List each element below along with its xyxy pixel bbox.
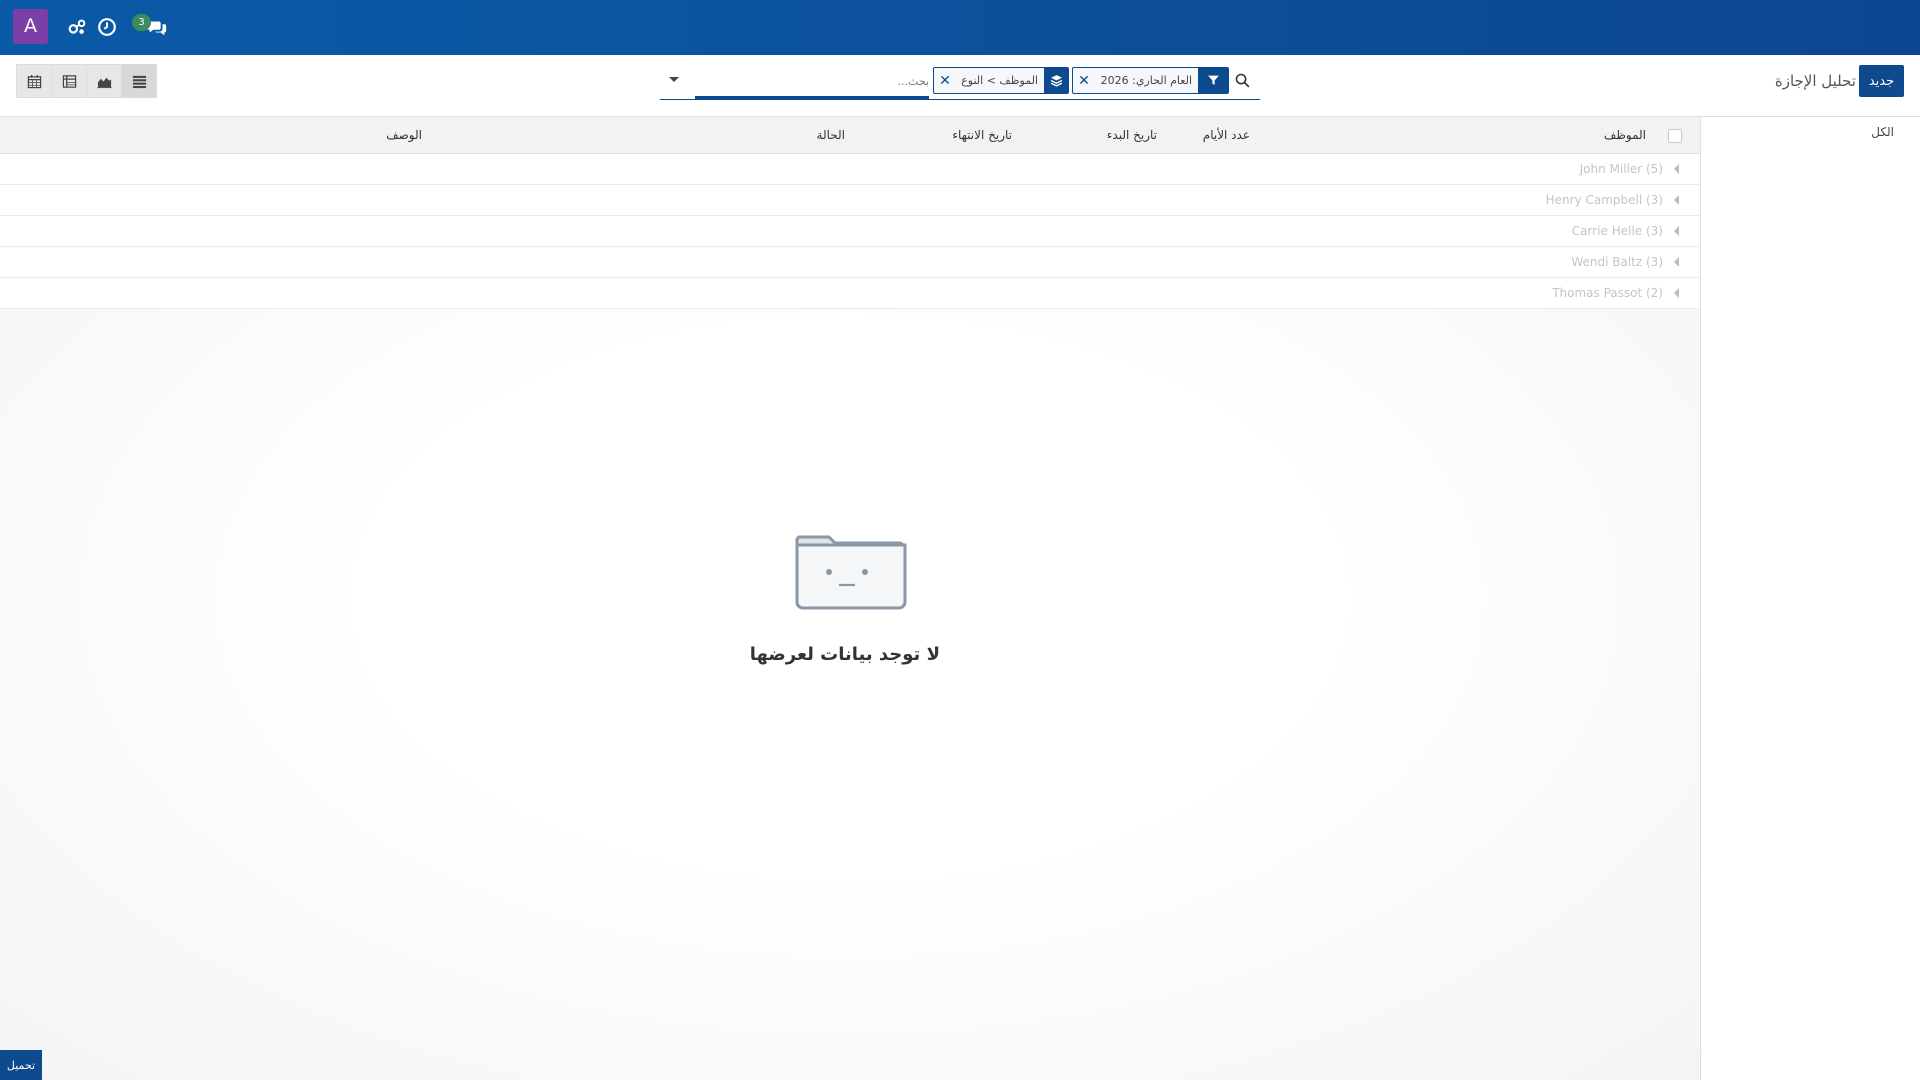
caret-left-icon (1674, 195, 1679, 205)
search-panel: الكل (1700, 117, 1920, 1080)
group-row-label: John Miller (5) (1579, 162, 1663, 176)
group-row-label: Carrie Helle (3) (1571, 224, 1663, 238)
group-row[interactable]: Carrie Helle (3) (0, 216, 1700, 247)
search-input-underline (695, 96, 929, 99)
group-row[interactable]: Thomas Passot (2) (0, 278, 1700, 309)
caret-left-icon (1674, 226, 1679, 236)
column-header-days[interactable]: عدد الأيام (1203, 128, 1250, 142)
search-options-toggle-icon[interactable] (666, 71, 682, 87)
caret-left-icon (1674, 257, 1679, 267)
column-header-status[interactable]: الحالة (817, 128, 845, 142)
column-header-start-date[interactable]: تاريخ البدء (1107, 128, 1157, 142)
column-header-employee[interactable]: الموظف (1604, 128, 1646, 142)
group-by-facet[interactable]: ✕ الموظف > النوع (933, 67, 1069, 94)
caret-left-icon (1674, 288, 1679, 298)
group-facet-label: الموظف > النوع (961, 74, 1038, 87)
area-chart-icon (96, 77, 112, 88)
remove-filter-icon[interactable]: ✕ (1073, 73, 1095, 89)
list-view: الموظف عدد الأيام تاريخ البدء تاريخ الان… (0, 117, 1700, 1080)
graph-view-button[interactable] (86, 64, 122, 98)
empty-state-message: لا توجد بيانات لعرضها (749, 644, 940, 665)
filter-icon (1198, 68, 1228, 93)
group-row-label: Thomas Passot (2) (1552, 286, 1663, 300)
control-panel: جديد تحليل الإجازة ✕ العام الحاري: 2026 … (0, 55, 1920, 117)
column-header-end-date[interactable]: تاريخ الانتهاء (952, 128, 1012, 142)
pivot-table-icon (62, 74, 76, 88)
select-all-checkbox[interactable] (1668, 129, 1682, 143)
activity-icon[interactable] (66, 16, 88, 38)
calendar-view-button[interactable] (16, 64, 52, 98)
calendar-icon (27, 74, 41, 88)
view-switcher (16, 64, 157, 98)
filter-facet-label: العام الحاري: 2026 (1100, 74, 1192, 87)
load-button[interactable]: تحميل (0, 1050, 42, 1080)
column-header-description[interactable]: الوصف (386, 128, 422, 142)
empty-folder-icon (793, 527, 908, 612)
group-row[interactable]: John Miller (5) (0, 154, 1700, 185)
group-row-label: Wendi Baltz (3) (1571, 255, 1663, 269)
layers-icon (1044, 68, 1068, 93)
pivot-view-button[interactable] (51, 64, 87, 98)
search-input[interactable] (695, 70, 929, 92)
new-button[interactable]: جديد (1859, 65, 1904, 97)
top-navbar: A 3 (0, 0, 1920, 55)
list-view-button[interactable] (121, 64, 157, 98)
search-bar: ✕ العام الحاري: 2026 ✕ الموظف > النوع (660, 65, 1260, 100)
group-row[interactable]: Henry Campbell (3) (0, 185, 1700, 216)
list-header: الموظف عدد الأيام تاريخ البدء تاريخ الان… (0, 117, 1700, 154)
remove-group-icon[interactable]: ✕ (934, 73, 956, 89)
filter-facet[interactable]: ✕ العام الحاري: 2026 (1072, 67, 1229, 94)
search-panel-item-all[interactable]: الكل (1871, 125, 1894, 139)
group-row-label: Henry Campbell (3) (1545, 193, 1663, 207)
search-icon[interactable] (1234, 72, 1251, 89)
user-avatar[interactable]: A (13, 9, 48, 44)
clock-icon[interactable] (96, 16, 118, 38)
messages-count-badge: 3 (132, 14, 151, 31)
list-icon (132, 75, 146, 88)
empty-state: لا توجد بيانات لعرضها (749, 527, 940, 665)
caret-left-icon (1674, 164, 1679, 174)
breadcrumb: تحليل الإجازة (1774, 72, 1856, 90)
group-row[interactable]: Wendi Baltz (3) (0, 247, 1700, 278)
